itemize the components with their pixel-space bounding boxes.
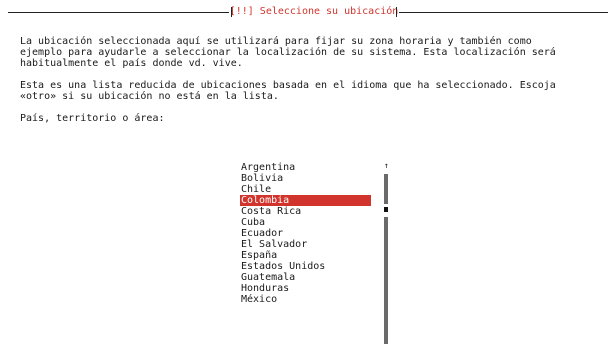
list-item[interactable]: Costa Rica	[240, 206, 371, 217]
list-item[interactable]: México	[240, 294, 371, 305]
description-line: La ubicación seleccionada aquí se utiliz…	[20, 36, 532, 47]
list-item[interactable]: Argentina	[240, 162, 371, 173]
list-item-selected[interactable]: Colombia	[240, 195, 371, 206]
scroll-thumb[interactable]	[384, 217, 388, 344]
country-listbox[interactable]: Argentina Bolivia Chile Colombia Costa R…	[240, 162, 371, 305]
list-item[interactable]: España	[240, 250, 371, 261]
installer-screen: [!!] Seleccione su ubicación La ubicació…	[0, 0, 616, 344]
list-item[interactable]: Guatemala	[240, 272, 371, 283]
scroll-track[interactable]	[384, 174, 388, 344]
list-scrollbar[interactable]: ↑	[381, 162, 393, 344]
list-item[interactable]: El Salvador	[240, 239, 371, 250]
list-item[interactable]: Bolivia	[240, 173, 371, 184]
description-line: habitualmente el país donde vd. vive.	[20, 58, 243, 69]
list-item[interactable]: Ecuador	[240, 228, 371, 239]
dialog-title-box: [!!] Seleccione su ubicación	[229, 5, 399, 19]
title-bracket-left	[231, 7, 232, 17]
dialog-title: [!!] Seleccione su ubicación	[229, 6, 399, 17]
title-rule-right	[399, 12, 608, 13]
list-item[interactable]: Cuba	[240, 217, 371, 228]
description-line: ejemplo para ayudarle a seleccionar la l…	[20, 47, 556, 58]
list-prompt: País, territorio o área:	[20, 113, 165, 124]
list-item[interactable]: Estados Unidos	[240, 261, 371, 272]
list-item[interactable]: Chile	[240, 184, 371, 195]
note-line: Esta es una lista reducida de ubicacione…	[20, 80, 556, 91]
title-bracket-right	[396, 7, 397, 17]
scroll-position-marker	[384, 207, 388, 212]
title-rule-left	[8, 12, 229, 13]
scroll-thumb[interactable]	[384, 174, 388, 204]
scroll-up-arrow-icon[interactable]: ↑	[384, 162, 389, 170]
note-line: «otro» si su ubicación no está en la lis…	[20, 91, 279, 102]
list-item[interactable]: Honduras	[240, 283, 371, 294]
